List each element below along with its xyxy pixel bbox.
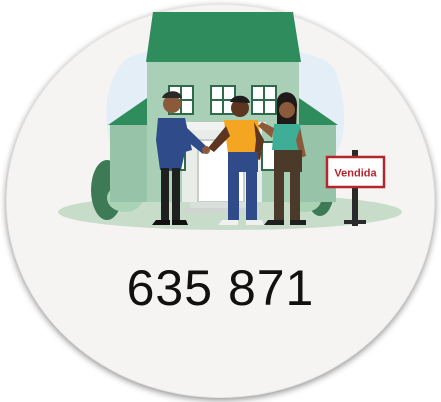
house-sale-illustration: Vendida — [58, 12, 402, 230]
sign-label: Vendida — [334, 168, 377, 180]
figure-number: 635 871 — [126, 260, 315, 316]
house-roof — [146, 12, 301, 62]
